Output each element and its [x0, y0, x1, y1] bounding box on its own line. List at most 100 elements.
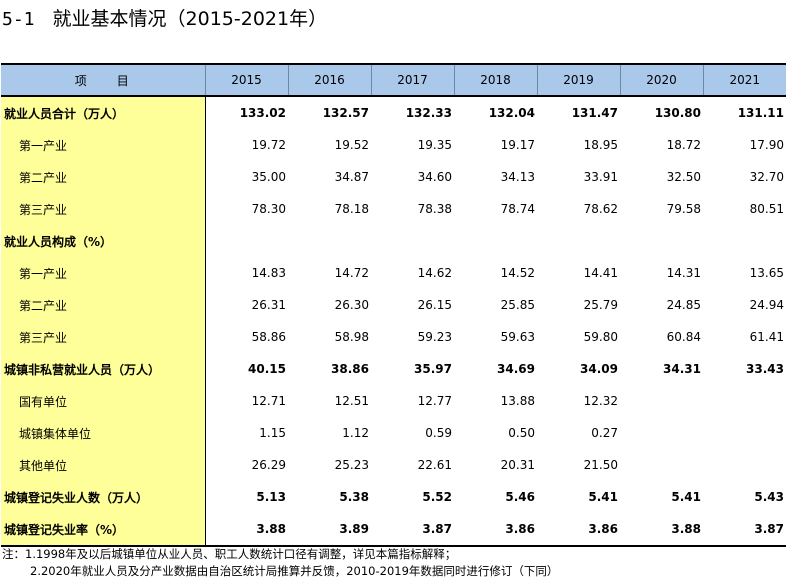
- cell-value: 78.74: [500, 202, 535, 216]
- row-label: 就业人员合计（万人）: [1, 96, 206, 129]
- cell-value: 18.95: [583, 138, 618, 152]
- row-label: 国有单位: [1, 385, 206, 417]
- cell-value: 32.70: [749, 170, 784, 184]
- cell-value: 34.13: [500, 170, 535, 184]
- header-year-2017: 2017: [370, 63, 454, 97]
- cell-value: 25.23: [334, 458, 369, 472]
- cell-value: [620, 385, 703, 417]
- cell-value: 34.31: [663, 362, 701, 376]
- cell-value: 132.33: [405, 106, 452, 120]
- cell-value: 35.00: [251, 170, 286, 184]
- cell-value: 26.31: [251, 298, 286, 312]
- table-row: 第三产业 58.86 58.98 59.23 59.63 59.80 60.84…: [1, 321, 786, 353]
- cell-value: 130.80: [654, 106, 701, 120]
- cell-value: 131.47: [571, 106, 618, 120]
- cell-value: 19.17: [500, 138, 535, 152]
- cell-value: 12.71: [251, 394, 286, 408]
- cell-value: 20.31: [500, 458, 535, 472]
- cell-value: 0.50: [508, 426, 535, 440]
- cell-value: 14.72: [334, 266, 369, 280]
- table-row: 第二产业 35.00 34.87 34.60 34.13 33.91 32.50…: [1, 161, 786, 193]
- cell-value: [288, 225, 371, 257]
- row-label: 城镇登记失业人数（万人）: [1, 481, 206, 513]
- cell-value: 131.11: [737, 106, 784, 120]
- cell-value: 14.41: [583, 266, 618, 280]
- table-row: 城镇非私营就业人员（万人） 40.15 38.86 35.97 34.69 34…: [1, 353, 786, 385]
- cell-value: 132.57: [322, 106, 369, 120]
- table-row: 国有单位 12.71 12.51 12.77 13.88 12.32: [1, 385, 786, 417]
- cell-value: 0.27: [591, 426, 618, 440]
- cell-value: 19.35: [417, 138, 452, 152]
- cell-value: [703, 225, 786, 257]
- header-item: 项 目: [1, 63, 205, 97]
- cell-value: 13.65: [749, 266, 784, 280]
- cell-value: 61.41: [749, 330, 784, 344]
- header-row: 项 目 2015 2016 2017 2018 2019 2020 2021: [1, 63, 786, 97]
- cell-value: 1.15: [259, 426, 286, 440]
- cell-value: 5.52: [422, 490, 452, 504]
- cell-value: 3.88: [620, 513, 703, 547]
- cell-value: 26.15: [417, 298, 452, 312]
- cell-value: 5.41: [588, 490, 618, 504]
- cell-value: 14.62: [417, 266, 452, 280]
- cell-value: 34.87: [334, 170, 369, 184]
- row-label: 第二产业: [1, 289, 206, 321]
- cell-value: 14.83: [251, 266, 286, 280]
- cell-value: 5.13: [256, 490, 286, 504]
- cell-value: 5.43: [754, 490, 784, 504]
- row-label: 第三产业: [1, 193, 206, 225]
- row-label: 第三产业: [1, 321, 206, 353]
- cell-value: 25.85: [500, 298, 535, 312]
- cell-value: 3.87: [371, 513, 454, 547]
- row-label: 就业人员构成（%）: [1, 225, 206, 257]
- table-title: 就业基本情况（2015-2021年）: [52, 8, 328, 30]
- cell-value: 19.52: [334, 138, 369, 152]
- cell-value: 32.50: [666, 170, 701, 184]
- cell-value: [703, 417, 786, 449]
- cell-value: 133.02: [239, 106, 286, 120]
- row-label: 其他单位: [1, 449, 206, 481]
- cell-value: 33.91: [583, 170, 618, 184]
- cell-value: 35.97: [414, 362, 452, 376]
- cell-value: 5.46: [505, 490, 535, 504]
- cell-value: 79.58: [666, 202, 701, 216]
- cell-value: 18.72: [666, 138, 701, 152]
- table-row: 就业人员合计（万人） 133.02 132.57 132.33 132.04 1…: [1, 96, 786, 129]
- cell-value: 34.60: [417, 170, 452, 184]
- cell-value: 34.09: [580, 362, 618, 376]
- cell-value: 17.90: [749, 138, 784, 152]
- cell-value: 22.61: [417, 458, 452, 472]
- employment-table: 项 目 2015 2016 2017 2018 2019 2020 2021 就…: [1, 63, 786, 547]
- cell-value: [537, 225, 620, 257]
- cell-value: 12.51: [334, 394, 369, 408]
- header-year-2016: 2016: [287, 63, 371, 97]
- table-row: 其他单位 26.29 25.23 22.61 20.31 21.50: [1, 449, 786, 481]
- table-row: 城镇集体单位 1.15 1.12 0.59 0.50 0.27: [1, 417, 786, 449]
- cell-value: 26.30: [334, 298, 369, 312]
- header-year-2019: 2019: [536, 63, 620, 97]
- cell-value: 24.85: [666, 298, 701, 312]
- row-label: 城镇登记失业率（%）: [1, 513, 206, 547]
- cell-value: 38.86: [331, 362, 369, 376]
- cell-value: 59.63: [500, 330, 535, 344]
- cell-value: 26.29: [251, 458, 286, 472]
- cell-value: 24.94: [749, 298, 784, 312]
- cell-value: 58.86: [251, 330, 286, 344]
- table-row: 城镇登记失业人数（万人） 5.13 5.38 5.52 5.46 5.41 5.…: [1, 481, 786, 513]
- cell-value: 58.98: [334, 330, 369, 344]
- table-row: 城镇登记失业率（%） 3.88 3.89 3.87 3.86 3.86 3.88…: [1, 513, 786, 547]
- header-year-2018: 2018: [453, 63, 537, 97]
- cell-value: 60.84: [666, 330, 701, 344]
- cell-value: 25.79: [583, 298, 618, 312]
- header-year-2015: 2015: [204, 63, 288, 97]
- cell-value: 3.88: [205, 513, 288, 547]
- cell-value: [620, 225, 703, 257]
- cell-value: 33.43: [746, 362, 784, 376]
- cell-value: [205, 225, 288, 257]
- cell-value: [620, 449, 703, 481]
- cell-value: 3.86: [537, 513, 620, 547]
- cell-value: 34.69: [497, 362, 535, 376]
- cell-value: 3.87: [703, 513, 786, 547]
- header-year-2020: 2020: [619, 63, 703, 97]
- table-number: 5-1: [2, 9, 35, 30]
